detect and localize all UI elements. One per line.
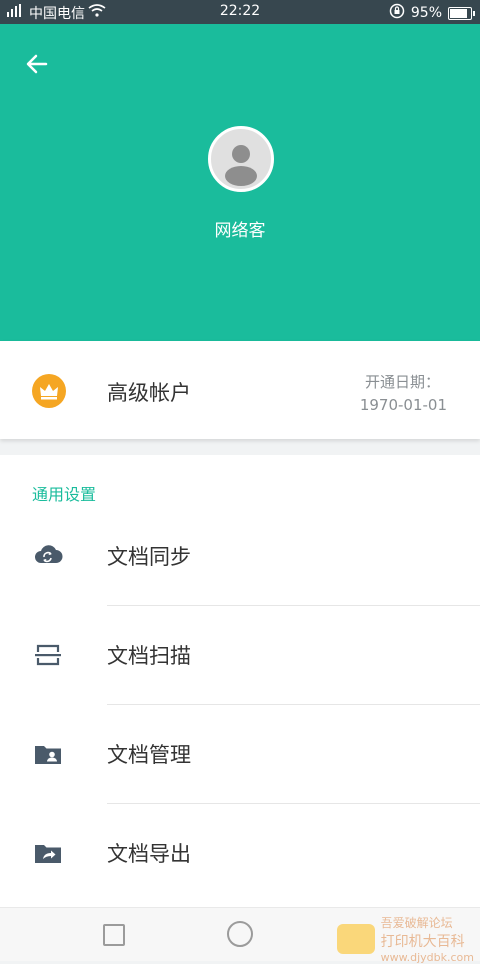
- folder-user-icon: [32, 739, 64, 769]
- open-date-value: 1970-01-01: [359, 396, 447, 414]
- settings-item-label: 文档管理: [107, 743, 191, 767]
- user-icon: [225, 145, 257, 186]
- settings-item-scan[interactable]: 文档扫描: [0, 606, 480, 705]
- status-right: 95%: [389, 3, 475, 23]
- premium-account-card[interactable]: 高级帐户 开通日期： 1970-01-01: [0, 341, 480, 439]
- profile-header: 网络客: [0, 24, 480, 341]
- battery-icon: [448, 6, 475, 20]
- username[interactable]: 网络客: [0, 216, 480, 241]
- watermark-line1: 吾爱破解论坛: [380, 916, 453, 930]
- section-title: 通用设置: [32, 485, 97, 504]
- watermark-line2: 打印机大百科: [380, 934, 465, 950]
- settings-item-label: 文档导出: [107, 842, 191, 866]
- home-button[interactable]: [227, 921, 253, 947]
- back-button[interactable]: [20, 46, 56, 82]
- watermark-line3: www.djydbk.com: [380, 951, 474, 964]
- battery-percent: 95%: [410, 5, 442, 21]
- status-bar: 中国电信 22:22 95%: [0, 0, 480, 24]
- folder-share-icon: [32, 838, 64, 868]
- watermark: 吾爱破解论坛 打印机大百科 www.djydbk.com: [336, 914, 474, 964]
- settings-item-label: 文档同步: [107, 545, 191, 569]
- avatar[interactable]: [208, 126, 274, 192]
- back-arrow-icon: [26, 54, 48, 74]
- navigation-bar: 吾爱破解论坛 打印机大百科 www.djydbk.com: [0, 907, 480, 964]
- crown-icon: [32, 374, 66, 408]
- rotation-lock-icon: [389, 3, 405, 23]
- scan-icon: [32, 640, 64, 670]
- cloud-sync-icon: [32, 541, 64, 571]
- watermark-text: 吾爱破解论坛 打印机大百科 www.djydbk.com: [381, 914, 474, 964]
- settings-item-manage[interactable]: 文档管理: [0, 705, 480, 804]
- account-type-label: 高级帐户: [107, 381, 191, 405]
- printer-logo-icon: [336, 924, 375, 954]
- open-date-label: 开通日期：: [364, 373, 440, 391]
- settings-item-sync[interactable]: 文档同步: [0, 507, 480, 606]
- settings-item-label: 文档扫描: [107, 644, 191, 668]
- recent-apps-button[interactable]: [103, 924, 125, 946]
- general-settings: 通用设置 文档同步 文档扫描 文档管理 文档导出: [0, 455, 480, 907]
- settings-item-export[interactable]: 文档导出: [0, 804, 480, 903]
